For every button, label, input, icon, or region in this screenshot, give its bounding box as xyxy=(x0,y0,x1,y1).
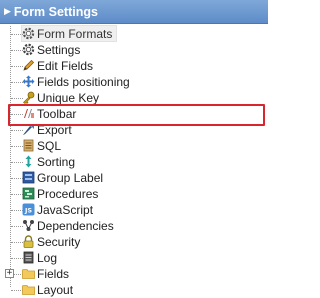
tree-item-edit-fields[interactable]: Edit Fields xyxy=(0,58,268,74)
dependencies-icon xyxy=(22,219,35,232)
tree-item-security[interactable]: Security xyxy=(0,234,268,250)
log-icon xyxy=(22,251,35,264)
procedures-icon xyxy=(22,187,35,200)
group-label-icon xyxy=(22,171,35,184)
tree-item-layout-folder[interactable]: Layout xyxy=(0,282,268,298)
folder-icon xyxy=(22,283,35,296)
sort-arrows-icon xyxy=(22,155,35,168)
tree-item-form-formats[interactable]: Form Formats xyxy=(0,25,268,42)
tree-item-label: Sorting xyxy=(37,155,76,169)
tree-item-procedures[interactable]: Procedures xyxy=(0,186,268,202)
tree-item-label: Fields positioning xyxy=(37,75,130,89)
tree-item-label: Fields xyxy=(37,267,70,281)
tree-item-label: Log xyxy=(37,251,58,265)
svg-text:JS: JS xyxy=(24,206,32,214)
tree-item-label: Edit Fields xyxy=(37,59,94,73)
triangle-right-icon[interactable]: ▶ xyxy=(4,6,11,17)
gear-icon xyxy=(22,27,35,40)
panel-header[interactable]: ▶ Form Settings xyxy=(0,0,268,24)
sql-icon xyxy=(22,139,35,152)
pencil-icon xyxy=(22,59,35,72)
expand-toggle[interactable]: + xyxy=(5,269,14,278)
key-icon xyxy=(22,91,35,104)
tree-item-label: Security xyxy=(37,235,81,249)
tree-item-sql[interactable]: SQL xyxy=(0,138,268,154)
lock-icon xyxy=(22,235,35,248)
tree-item-fields-folder[interactable]: + Fields xyxy=(0,266,268,282)
settings-tree: Form Formats Settings Edit Fields Fields… xyxy=(0,25,268,297)
tree-item-label: Settings xyxy=(37,43,81,57)
tree-item-label: JavaScript xyxy=(37,203,94,217)
tree-item-javascript[interactable]: JS JavaScript xyxy=(0,202,268,218)
panel-title: Form Settings xyxy=(13,4,98,19)
folder-icon xyxy=(22,267,35,280)
tree-item-settings[interactable]: Settings xyxy=(0,42,268,58)
tree-item-label: Dependencies xyxy=(37,219,114,233)
tree-item-label: Layout xyxy=(37,283,74,297)
tree-item-label: Form Formats xyxy=(37,27,113,41)
move-arrows-icon xyxy=(22,75,35,88)
tree-item-dependencies[interactable]: Dependencies xyxy=(0,218,268,234)
tree-item-group-label[interactable]: Group Label xyxy=(0,170,268,186)
highlight-box xyxy=(8,104,265,126)
tree-item-log[interactable]: Log xyxy=(0,250,268,266)
gear-icon xyxy=(22,43,35,56)
tree-item-fields-positioning[interactable]: Fields positioning xyxy=(0,74,268,90)
tree-item-label: SQL xyxy=(37,139,62,153)
javascript-icon: JS xyxy=(22,203,35,216)
tree-item-sorting[interactable]: Sorting xyxy=(0,154,268,170)
tree-item-label: Procedures xyxy=(37,187,99,201)
tree-item-label: Group Label xyxy=(37,171,104,185)
